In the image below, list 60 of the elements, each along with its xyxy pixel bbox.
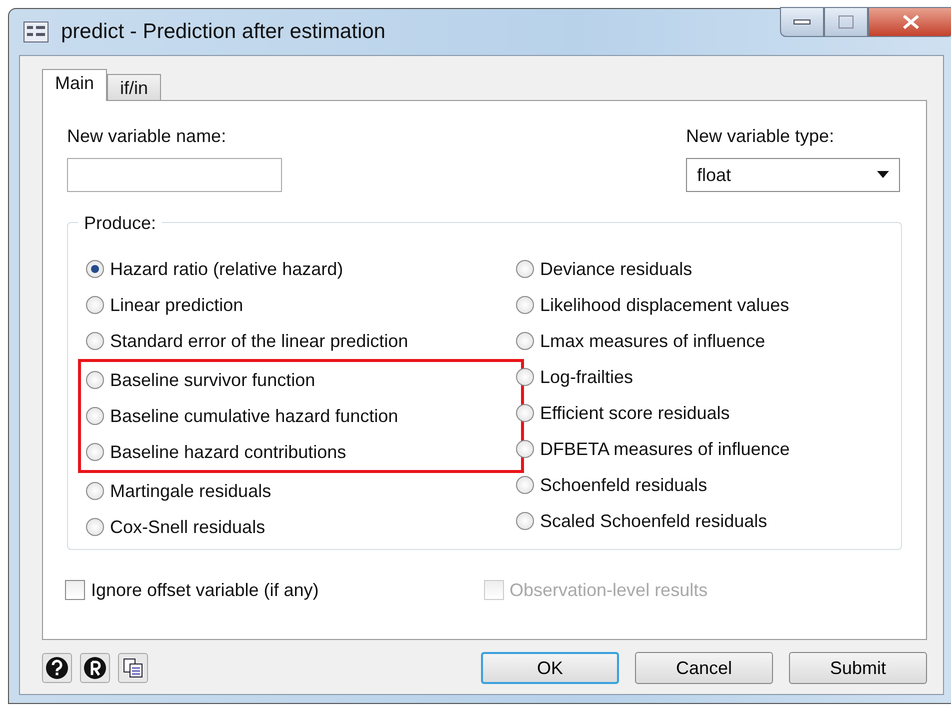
radio-button[interactable] [86,260,104,278]
help-icon [45,656,69,680]
radio-button[interactable] [516,476,534,494]
radio-button[interactable] [516,296,534,314]
copy-button[interactable] [118,653,148,683]
close-icon [902,14,920,30]
radio-button[interactable] [86,296,104,314]
maximize-icon [838,15,854,29]
minimize-button[interactable] [780,7,824,37]
close-button[interactable] [868,7,951,37]
radio-label: Martingale residuals [110,480,272,503]
radio-label: Baseline hazard contributions [110,440,346,464]
dialog-icon [23,21,49,43]
reset-icon [83,656,107,680]
radio-button[interactable] [86,371,104,389]
radio-label: Lmax measures of influence [540,330,766,352]
radio-label: Hazard ratio (relative hazard) [110,258,344,281]
radio-button[interactable] [86,518,104,536]
radio-label: Log-frailties [540,366,634,389]
checkbox[interactable] [65,580,85,600]
radio-button[interactable] [86,443,104,461]
dialog-button[interactable]: Cancel [635,652,773,684]
dialog-button[interactable]: OK [481,652,619,684]
radio-button[interactable] [516,404,534,422]
radio-button[interactable] [516,368,534,386]
radio-label: Baseline cumulative hazard function [110,404,398,428]
minimize-icon [793,19,811,25]
radio-label: Cox-Snell residuals [110,516,266,538]
checkbox-label: Observation-level results [510,578,708,602]
tab[interactable]: if/in [107,74,162,100]
dropdown-value: float [697,164,732,186]
radio-label: Standard error of the linear prediction [110,330,408,353]
variable-type-dropdown[interactable]: float [686,158,900,192]
radio-button[interactable] [516,332,534,350]
window-title: predict - Prediction after estimation [61,19,386,46]
reset-button[interactable] [80,653,110,683]
radio-label: Baseline survivor function [110,368,316,392]
field-label: New variable name: [67,125,228,148]
variable-name-field[interactable] [67,158,282,192]
radio-label: Deviance residuals [540,258,692,280]
radio-label: Efficient score residuals [540,402,730,424]
tab[interactable]: Main [42,69,108,101]
radio-label: Schoenfeld residuals [540,474,708,496]
radio-button[interactable] [516,512,534,530]
copy-icon [122,657,144,679]
radio-label: Scaled Schoenfeld residuals [540,510,768,532]
help-button[interactable] [42,653,72,683]
radio-button[interactable] [86,407,104,425]
radio-label: DFBETA measures of influence [540,438,790,460]
radio-label: Likelihood displacement values [540,294,790,317]
field-label: New variable type: [686,125,836,148]
maximize-button[interactable] [824,7,868,37]
dialog-button[interactable]: Submit [789,652,927,684]
radio-button[interactable] [86,482,104,500]
caret-icon [877,171,889,179]
radio-button[interactable] [516,440,534,458]
radio-label: Linear prediction [110,294,244,317]
radio-button[interactable] [516,260,534,278]
checkbox-label: Ignore offset variable (if any) [91,578,319,602]
radio-button[interactable] [86,332,104,350]
